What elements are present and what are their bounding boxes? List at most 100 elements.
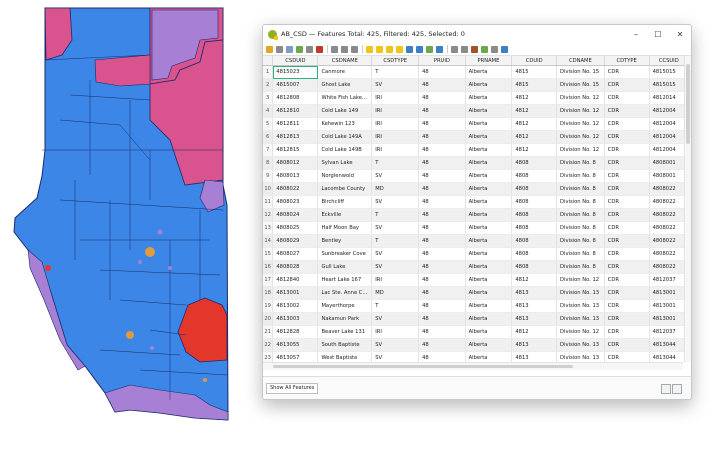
table-cell[interactable]: Lac Ste. Anne C... xyxy=(317,286,373,300)
select-all-icon[interactable] xyxy=(376,45,383,53)
table-cell[interactable]: 4813 xyxy=(511,312,558,326)
table-cell[interactable]: Division No. 8 xyxy=(556,247,605,261)
row-number[interactable]: 12 xyxy=(263,208,274,222)
table-cell[interactable]: SV xyxy=(371,260,420,274)
row-number[interactable]: 15 xyxy=(263,247,274,261)
table-cell[interactable]: Cold Lake 149 xyxy=(317,104,373,118)
table-cell[interactable]: Cold Lake 149A xyxy=(317,130,373,144)
table-cell[interactable]: 48 xyxy=(418,351,466,362)
table-cell[interactable]: 4812 xyxy=(511,143,558,157)
table-cell[interactable]: 4812004 xyxy=(649,104,689,118)
minimize-button[interactable]: – xyxy=(625,30,647,39)
table-cell[interactable]: 48 xyxy=(418,312,466,326)
table-cell[interactable]: 4808022 xyxy=(272,182,319,196)
table-cell[interactable]: Alberta xyxy=(465,208,513,222)
table-cell[interactable]: CDR xyxy=(604,221,650,235)
table-cell[interactable]: 4812840 xyxy=(272,273,319,287)
table-cell[interactable]: SV xyxy=(371,247,420,261)
table-cell[interactable]: 48 xyxy=(418,325,466,339)
table-cell[interactable]: IRI xyxy=(371,104,420,118)
save-icon[interactable] xyxy=(286,45,293,53)
table-cell[interactable]: CDR xyxy=(604,286,650,300)
table-cell[interactable]: Division No. 12 xyxy=(556,104,605,118)
table-cell[interactable]: 4813001 xyxy=(649,312,689,326)
table-cell[interactable]: Division No. 12 xyxy=(556,130,605,144)
delete-icon[interactable] xyxy=(316,45,323,53)
table-cell[interactable]: Alberta xyxy=(465,247,513,261)
show-all-features-button[interactable]: Show All Features xyxy=(266,383,319,394)
table-cell[interactable]: IRI xyxy=(371,273,420,287)
table-row[interactable]: 21 4812828 Beaver Lake 131 IRI 48 Alberta 4812… xyxy=(263,325,689,339)
table-cell[interactable]: 48 xyxy=(418,117,466,131)
table-cell[interactable]: Alberta xyxy=(465,338,513,352)
table-cell[interactable]: 48 xyxy=(418,130,466,144)
table-cell[interactable]: 4808029 xyxy=(272,234,319,248)
table-cell[interactable]: CDR xyxy=(604,78,650,92)
table-cell[interactable]: CDR xyxy=(604,143,650,157)
table-cell[interactable]: 4808022 xyxy=(649,208,689,222)
row-number[interactable]: 14 xyxy=(263,234,274,248)
table-cell[interactable]: Division No. 13 xyxy=(556,286,605,300)
table-cell[interactable]: IRI xyxy=(371,117,420,131)
edit-icon[interactable] xyxy=(276,45,283,53)
table-cell[interactable]: 48 xyxy=(418,91,466,105)
table-cell[interactable]: SV xyxy=(371,312,420,326)
actions-icon[interactable] xyxy=(491,45,498,53)
table-cell[interactable]: CDR xyxy=(604,273,650,287)
table-cell[interactable]: Division No. 15 xyxy=(556,65,605,79)
table-cell[interactable]: CDR xyxy=(604,312,650,326)
table-cell[interactable]: Canmore xyxy=(317,65,373,79)
table-row[interactable]: 1 4815023 Canmore T 48 Alberta 4815 Division No… xyxy=(263,65,689,79)
table-cell[interactable]: CDR xyxy=(604,91,650,105)
table-row[interactable]: 13 4808025 Half Moon Bay SV 48 Alberta 4808 Div… xyxy=(263,221,689,235)
table-cell[interactable]: Beaver Lake 131 xyxy=(317,325,373,339)
table-cell[interactable]: 4815 xyxy=(511,65,558,79)
table-cell[interactable]: 4813 xyxy=(511,351,558,362)
pencil-icon[interactable] xyxy=(266,45,273,53)
row-number[interactable]: 10 xyxy=(263,182,274,196)
table-cell[interactable]: 4812004 xyxy=(649,143,689,157)
table-cell[interactable]: 4812004 xyxy=(649,117,689,131)
table-cell[interactable]: 4808022 xyxy=(649,234,689,248)
table-cell[interactable]: MD xyxy=(371,286,420,300)
table-cell[interactable]: Alberta xyxy=(465,169,513,183)
column-header[interactable]: CSDUID xyxy=(272,56,319,66)
table-cell[interactable]: 4812813 xyxy=(272,130,319,144)
table-cell[interactable]: 4812 xyxy=(511,117,558,131)
table-cell[interactable]: Gull Lake xyxy=(317,260,373,274)
table-row[interactable]: 4 4812810 Cold Lake 149 IRI 48 Alberta 4812 Div… xyxy=(263,104,689,118)
table-cell[interactable]: 48 xyxy=(418,286,466,300)
table-cell[interactable]: 4812828 xyxy=(272,325,319,339)
table-cell[interactable]: 4808 xyxy=(511,247,558,261)
table-cell[interactable]: Mayerthorpe xyxy=(317,299,373,313)
table-cell[interactable]: Kehewin 123 xyxy=(317,117,373,131)
table-cell[interactable]: CDR xyxy=(604,182,650,196)
table-cell[interactable]: Alberta xyxy=(465,273,513,287)
table-cell[interactable]: Division No. 8 xyxy=(556,156,605,170)
table-cell[interactable]: Division No. 12 xyxy=(556,143,605,157)
row-number[interactable]: 2 xyxy=(263,78,274,92)
table-cell[interactable]: 4815007 xyxy=(272,78,319,92)
table-row[interactable]: 9 4808013 Norglenwold SV 48 Alberta 4808 Divisi… xyxy=(263,169,689,183)
column-header[interactable]: CDNAME xyxy=(556,56,605,66)
table-cell[interactable]: 48 xyxy=(418,78,466,92)
table-cell[interactable]: 4812810 xyxy=(272,104,319,118)
row-number[interactable]: 6 xyxy=(263,130,274,144)
table-cell[interactable]: Cold Lake 149B xyxy=(317,143,373,157)
table-cell[interactable]: IRI xyxy=(371,130,420,144)
table-cell[interactable]: 48 xyxy=(418,338,466,352)
table-cell[interactable]: 48 xyxy=(418,273,466,287)
table-cell[interactable]: 48 xyxy=(418,195,466,209)
table-cell[interactable]: 4808 xyxy=(511,208,558,222)
table-cell[interactable]: Ghost Lake xyxy=(317,78,373,92)
table-cell[interactable]: Division No. 8 xyxy=(556,182,605,196)
table-cell[interactable]: CDR xyxy=(604,247,650,261)
column-header[interactable]: CSDNAME xyxy=(317,56,373,66)
table-cell[interactable]: Division No. 8 xyxy=(556,195,605,209)
attribute-grid[interactable]: CSDUID CSDNAME CSDTYPE PRUID PRNAME CDUID CDNA… xyxy=(263,56,689,362)
table-cell[interactable]: Alberta xyxy=(465,117,513,131)
table-cell[interactable]: Sunbreaker Cove xyxy=(317,247,373,261)
new-field-icon[interactable] xyxy=(451,45,458,53)
table-cell[interactable]: Alberta xyxy=(465,65,513,79)
table-cell[interactable]: Alberta xyxy=(465,91,513,105)
